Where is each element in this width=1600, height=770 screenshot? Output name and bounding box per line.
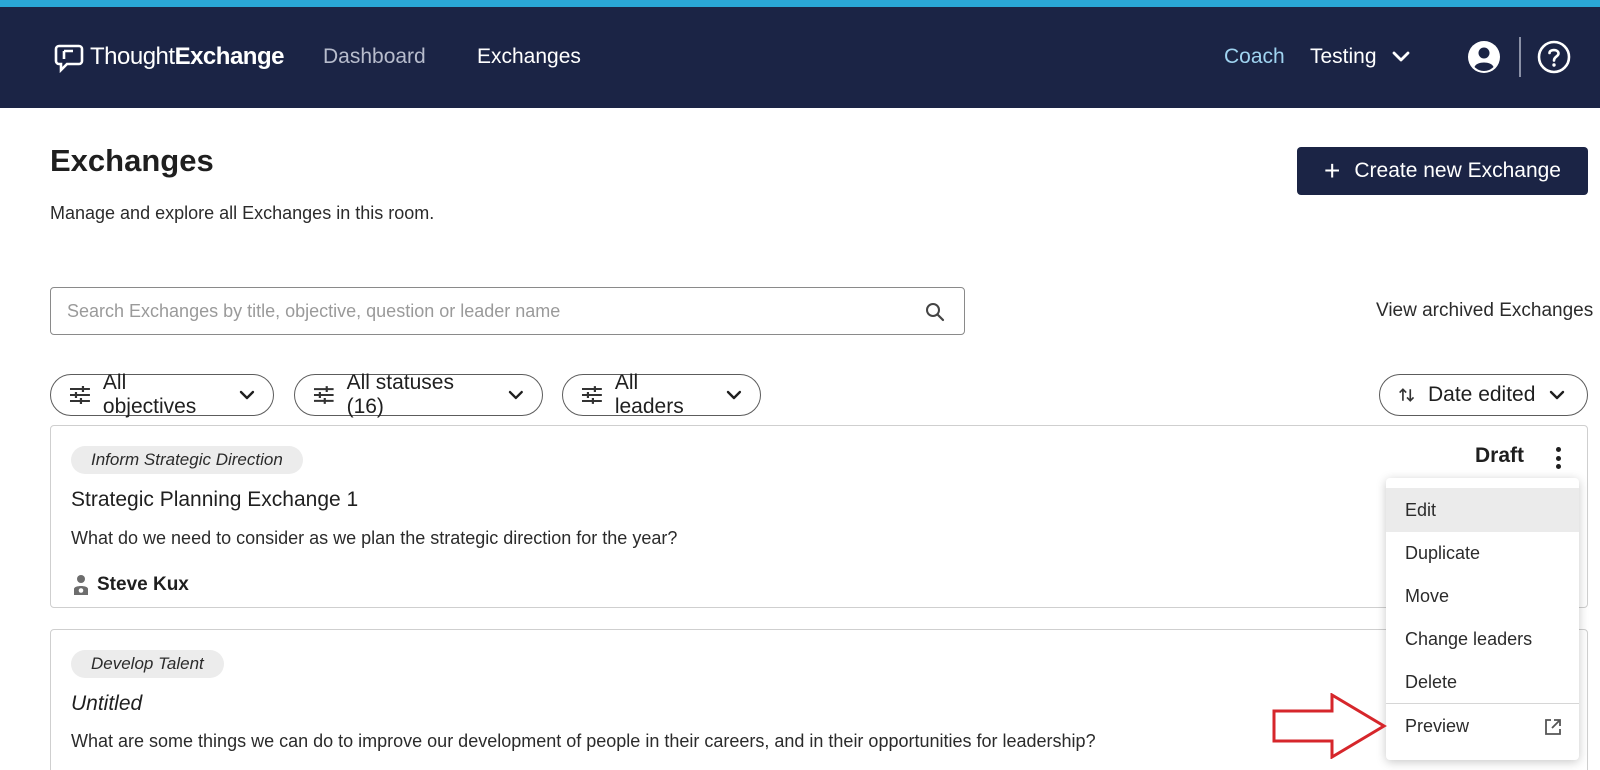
chevron-down-icon: [726, 390, 742, 400]
menu-item-edit[interactable]: Edit: [1386, 488, 1579, 532]
create-exchange-label: Create new Exchange: [1354, 159, 1561, 182]
exchange-card[interactable]: Inform Strategic Direction Strategic Pla…: [50, 425, 1588, 608]
search-box: [50, 287, 965, 335]
chevron-down-icon: [1550, 390, 1565, 400]
sliders-icon: [69, 386, 90, 404]
exchange-leader: Steve Kux: [73, 574, 189, 596]
external-link-icon: [1545, 719, 1561, 735]
help-circle-icon[interactable]: [1537, 40, 1571, 74]
exchange-title[interactable]: Untitled: [71, 692, 142, 716]
menu-item-preview-label: Preview: [1405, 715, 1470, 736]
menu-item-duplicate[interactable]: Duplicate: [1386, 531, 1579, 575]
search-input[interactable]: [67, 300, 907, 322]
page-subtitle: Manage and explore all Exchanges in this…: [50, 203, 435, 223]
menu-item-delete[interactable]: Delete: [1386, 660, 1579, 704]
sort-label: Date edited: [1428, 383, 1536, 406]
page-title: Exchanges: [50, 143, 214, 178]
sliders-icon: [581, 386, 602, 404]
create-exchange-button[interactable]: + Create new Exchange: [1297, 147, 1588, 195]
nav-exchanges[interactable]: Exchanges: [477, 45, 581, 69]
search-icon[interactable]: [924, 301, 946, 323]
annotation-arrow-icon: [1272, 693, 1387, 759]
top-accent-stripe: [0, 0, 1600, 7]
more-options-icon[interactable]: [1548, 443, 1568, 473]
menu-item-move[interactable]: Move: [1386, 574, 1579, 618]
objective-tag: Inform Strategic Direction: [71, 446, 303, 474]
filter-objectives[interactable]: All objectives: [50, 371, 274, 418]
filter-statuses-label: All statuses (16): [346, 371, 454, 418]
view-archived-link[interactable]: View archived Exchanges: [1376, 300, 1593, 322]
exchange-question: What are some things we can do to improv…: [71, 731, 1096, 751]
chevron-down-icon: [239, 390, 255, 400]
sort-arrows-icon: [1399, 388, 1415, 402]
nav-dashboard[interactable]: Dashboard: [323, 45, 426, 69]
chevron-down-icon: [1392, 51, 1409, 62]
objective-tag: Develop Talent: [71, 650, 224, 678]
navbar-divider: [1519, 37, 1521, 77]
leader-badge-icon: [74, 575, 88, 595]
menu-item-preview[interactable]: Preview: [1386, 704, 1579, 748]
filter-objectives-label: All objectives: [102, 371, 197, 418]
exchange-question: What do we need to consider as we plan t…: [71, 528, 678, 548]
filter-leaders-label: All leaders: [614, 371, 684, 418]
sort-dropdown[interactable]: Date edited: [1379, 374, 1588, 416]
thoughtexchange-logo[interactable]: ThoughtExchange: [52, 37, 284, 77]
menu-item-change-leaders[interactable]: Change leaders: [1386, 617, 1579, 661]
chevron-down-icon: [509, 390, 524, 400]
sliders-icon: [313, 386, 334, 404]
account-circle-icon[interactable]: [1467, 40, 1501, 74]
top-navbar: ThoughtExchange Dashboard Exchanges Coac…: [0, 7, 1600, 108]
logo-icon: [54, 44, 84, 74]
coach-link[interactable]: Coach: [1224, 45, 1285, 69]
plus-icon: +: [1324, 155, 1341, 186]
filter-leaders[interactable]: All leaders: [562, 371, 761, 418]
leader-name: Steve Kux: [97, 574, 189, 595]
logo-text: ThoughtExchange: [90, 43, 284, 70]
exchange-title[interactable]: Strategic Planning Exchange 1: [71, 488, 358, 512]
status-badge: Draft: [1475, 444, 1525, 467]
filter-statuses[interactable]: All statuses (16): [294, 371, 543, 418]
room-selector[interactable]: Testing: [1310, 45, 1411, 69]
room-label: Testing: [1310, 45, 1377, 68]
exchange-context-menu: Edit Duplicate Move Change leaders Delet…: [1386, 478, 1579, 760]
